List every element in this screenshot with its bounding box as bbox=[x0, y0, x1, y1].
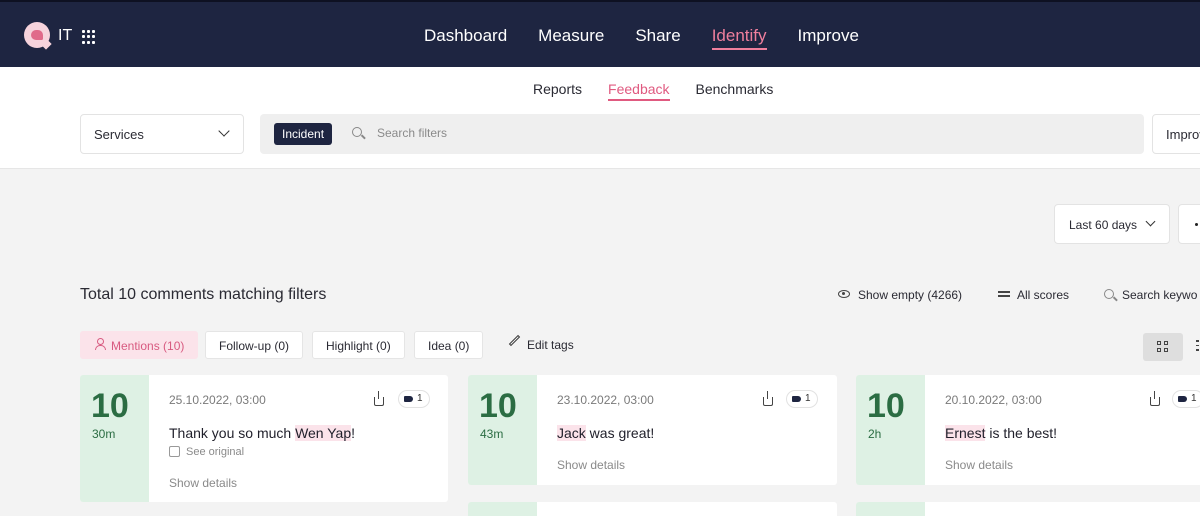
tag-count-badge[interactable]: 1 bbox=[1172, 390, 1200, 408]
tag-icon bbox=[404, 396, 413, 402]
improve-select[interactable]: Improv bbox=[1152, 114, 1200, 154]
pencil-icon bbox=[508, 334, 521, 347]
show-details-link[interactable]: Show details bbox=[557, 458, 625, 472]
grid-cell bbox=[1157, 341, 1161, 345]
more-icon bbox=[1195, 223, 1198, 226]
date-range-select[interactable]: Last 60 days bbox=[1054, 204, 1170, 244]
main-nav: Dashboard Measure Share Identify Improve bbox=[424, 26, 859, 50]
comment-text: Jack was great! bbox=[557, 425, 655, 441]
card-date: 20.10.2022, 03:00 bbox=[945, 393, 1042, 407]
mention-highlight: Ernest bbox=[945, 425, 986, 441]
services-select[interactable]: Services bbox=[80, 114, 244, 154]
score-value: 10 bbox=[479, 387, 517, 425]
translate-icon bbox=[169, 446, 180, 457]
tag-count-badge[interactable]: 1 bbox=[398, 390, 430, 408]
nav-improve[interactable]: Improve bbox=[798, 26, 859, 50]
date-range-label: Last 60 days bbox=[1069, 218, 1138, 232]
services-select-label: Services bbox=[94, 127, 144, 142]
highlight-tag[interactable]: Highlight (0) bbox=[312, 331, 405, 359]
tag-icon bbox=[792, 396, 801, 402]
feedback-card[interactable]: 10 2h 20.10.2022, 03:00 1 Ernest is the … bbox=[856, 375, 1200, 485]
feedback-card-partial[interactable] bbox=[856, 502, 1200, 516]
feedback-card[interactable]: 10 43m 23.10.2022, 03:00 1 Jack was grea… bbox=[468, 375, 837, 485]
score-panel: 10 2h bbox=[856, 375, 925, 485]
list-view-toggle[interactable] bbox=[1196, 340, 1200, 354]
incident-filter-chip[interactable]: Incident bbox=[274, 123, 333, 145]
grid-cell bbox=[1164, 341, 1168, 345]
comment-text: Ernest is the best! bbox=[945, 425, 1058, 441]
score-panel: 10 43m bbox=[468, 375, 537, 485]
grid-view-toggle[interactable] bbox=[1143, 333, 1183, 361]
grid-cell bbox=[1164, 348, 1168, 352]
show-details-link[interactable]: Show details bbox=[169, 476, 237, 490]
share-icon[interactable] bbox=[374, 391, 384, 406]
search-keywords-button[interactable]: Search keywo bbox=[1122, 288, 1197, 302]
grid-cell bbox=[1157, 348, 1161, 352]
tab-benchmarks[interactable]: Benchmarks bbox=[696, 81, 774, 101]
filter-search-bar[interactable]: Incident Search filters bbox=[260, 114, 1144, 154]
share-icon[interactable] bbox=[1150, 391, 1160, 406]
followup-tag[interactable]: Follow-up (0) bbox=[205, 331, 304, 359]
time-ago: 30m bbox=[92, 427, 116, 441]
comment-text: Thank you so much Wen Yap! bbox=[169, 425, 355, 441]
chevron-down-icon bbox=[218, 125, 230, 137]
feedback-card[interactable]: 10 30m 25.10.2022, 03:00 1 Thank you so … bbox=[80, 375, 448, 502]
all-scores-button[interactable]: All scores bbox=[1017, 288, 1069, 302]
search-icon bbox=[352, 127, 362, 137]
score-panel: 10 30m bbox=[80, 375, 149, 502]
card-date: 25.10.2022, 03:00 bbox=[169, 393, 266, 407]
search-filters-input[interactable]: Search filters bbox=[377, 126, 447, 140]
nav-identify[interactable]: Identify bbox=[711, 26, 767, 50]
chevron-down-icon bbox=[1145, 216, 1156, 227]
more-options-button[interactable] bbox=[1178, 204, 1200, 244]
filter-header: Reports Feedback Benchmarks Services Inc… bbox=[0, 67, 1200, 169]
nav-measure[interactable]: Measure bbox=[538, 26, 604, 50]
share-icon[interactable] bbox=[763, 391, 773, 406]
idea-tag[interactable]: Idea (0) bbox=[414, 331, 484, 359]
show-empty-button[interactable]: Show empty (4266) bbox=[858, 288, 962, 302]
score-value: 10 bbox=[91, 387, 129, 425]
eye-icon bbox=[838, 290, 850, 298]
improve-select-label: Improv bbox=[1166, 127, 1200, 142]
feedback-card-partial[interactable] bbox=[468, 502, 837, 516]
tag-count-badge[interactable]: 1 bbox=[786, 390, 818, 408]
edit-tags-button[interactable]: Edit tags bbox=[527, 338, 574, 352]
results-total: Total 10 comments matching filters bbox=[80, 286, 327, 303]
tab-reports[interactable]: Reports bbox=[533, 81, 582, 101]
score-value: 10 bbox=[867, 387, 905, 425]
see-original-link[interactable]: See original bbox=[186, 446, 244, 458]
time-ago: 43m bbox=[480, 427, 504, 441]
tag-icon bbox=[1178, 396, 1187, 402]
person-icon bbox=[95, 338, 106, 350]
tab-feedback[interactable]: Feedback bbox=[608, 81, 670, 101]
brand-label: IT bbox=[58, 27, 73, 44]
card-date: 23.10.2022, 03:00 bbox=[557, 393, 654, 407]
sliders-icon bbox=[998, 290, 1010, 298]
sub-nav: Reports Feedback Benchmarks bbox=[533, 81, 773, 101]
nav-share[interactable]: Share bbox=[635, 26, 680, 50]
top-navbar: IT Dashboard Measure Share Identify Impr… bbox=[0, 0, 1200, 67]
time-ago: 2h bbox=[868, 427, 882, 441]
mention-highlight: Jack bbox=[557, 425, 586, 441]
mention-highlight: Wen Yap bbox=[295, 425, 352, 441]
apps-grid-icon[interactable] bbox=[82, 30, 96, 44]
show-details-link[interactable]: Show details bbox=[945, 458, 1013, 472]
search-icon bbox=[1104, 289, 1114, 299]
nav-dashboard[interactable]: Dashboard bbox=[424, 26, 507, 50]
